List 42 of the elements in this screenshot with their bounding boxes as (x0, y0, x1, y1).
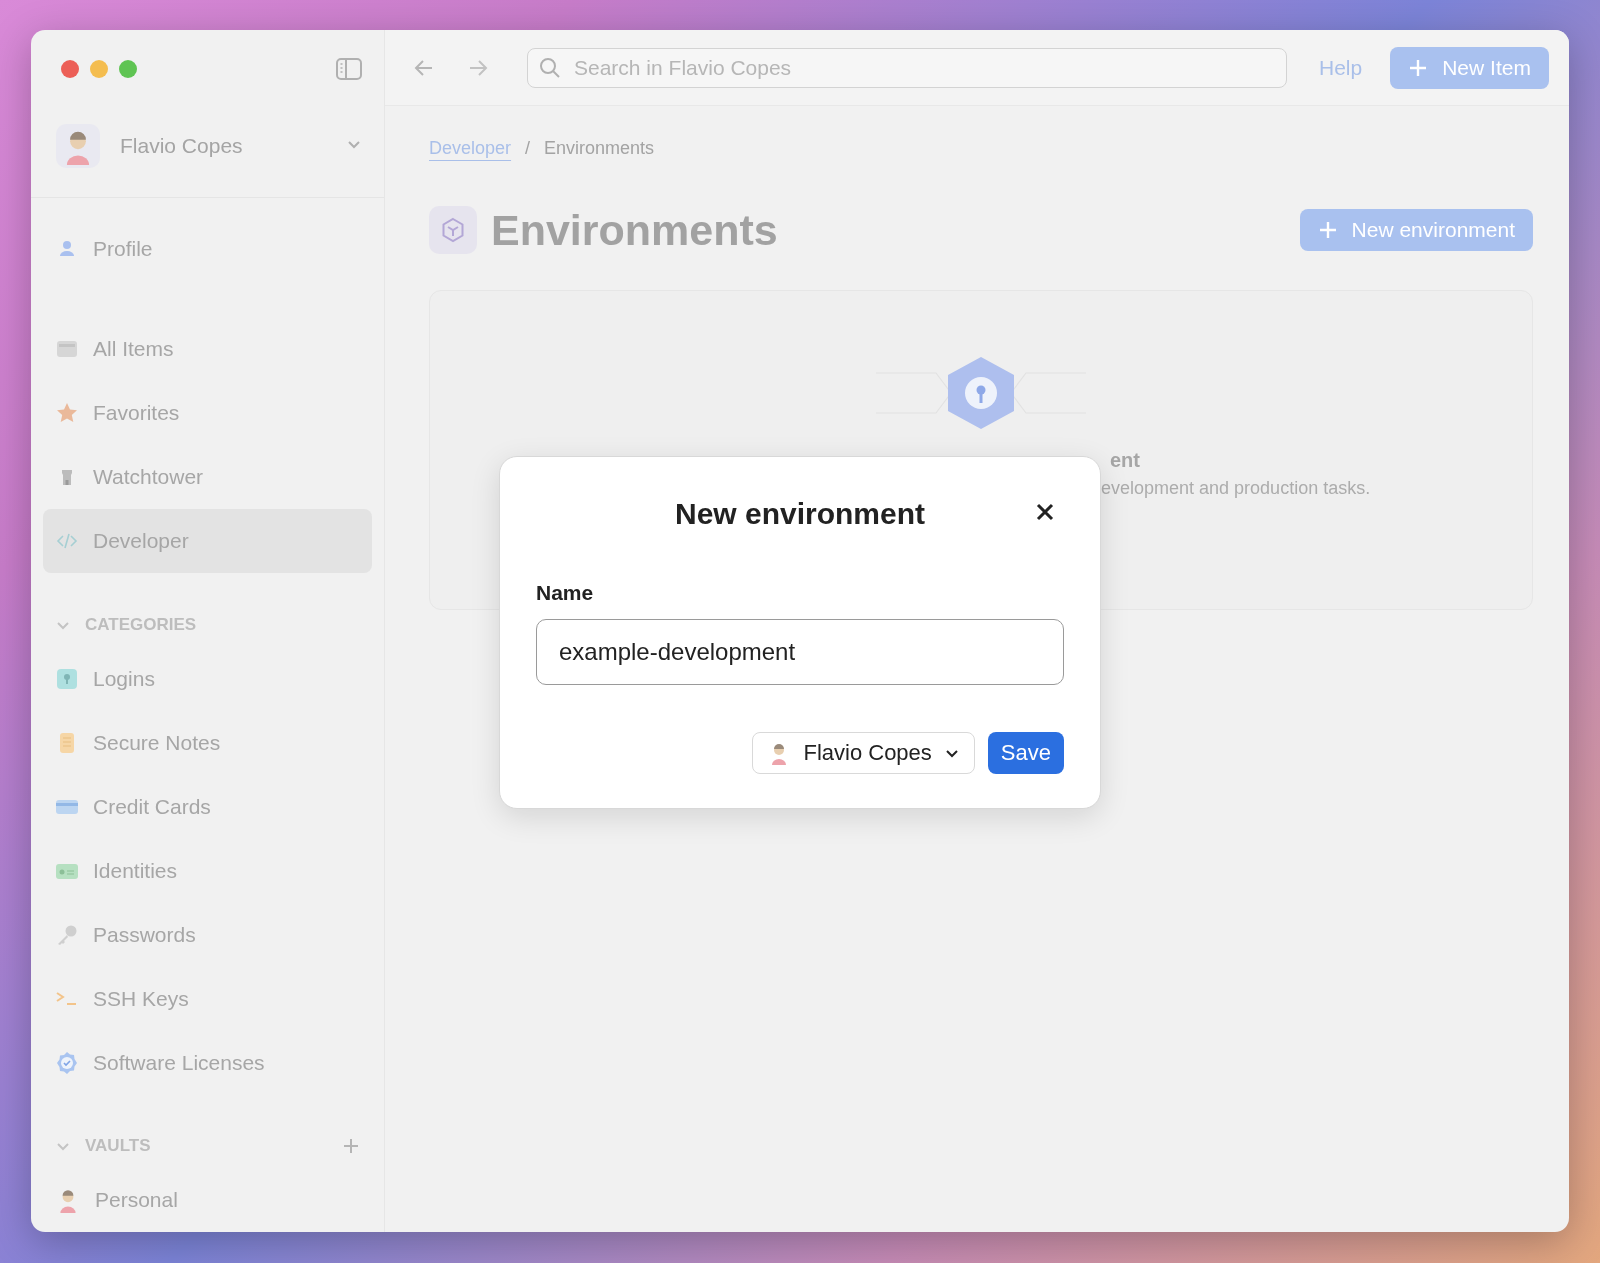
sidebar-item[interactable]: Software Licenses (43, 1030, 372, 1095)
sidebar-item[interactable]: All Items (43, 317, 372, 382)
new-item-button[interactable]: New Item (1390, 46, 1549, 89)
empty-state-title: ent (1110, 449, 1140, 472)
vault-selector[interactable]: Flavio Copes (752, 732, 975, 774)
minimize-window-button[interactable] (90, 60, 108, 78)
help-link[interactable]: Help (1319, 55, 1363, 80)
plus-icon (1317, 220, 1338, 240)
search-field[interactable]: Search in Flavio Copes (527, 47, 1287, 88)
sidebar-item[interactable]: Secure Notes (43, 710, 372, 775)
badge-icon (55, 1050, 79, 1075)
sidebar-toggle-icon[interactable] (336, 58, 362, 80)
cube-icon (429, 206, 477, 254)
breadcrumb-separator: / (525, 137, 531, 159)
sidebar-item[interactable]: Profile (43, 216, 372, 281)
empty-state-description: evelopment and production tasks. (1101, 478, 1371, 499)
sidebar-item[interactable]: Watchtower (43, 445, 372, 510)
breadcrumb-link[interactable]: Developer (429, 137, 512, 159)
avatar[interactable] (56, 123, 100, 168)
zoom-window-button[interactable] (119, 60, 137, 78)
new-environment-button[interactable]: New environment (1299, 209, 1533, 251)
dialog-title: New environment (674, 497, 926, 531)
close-button[interactable] (1034, 501, 1056, 523)
save-button[interactable]: Save (987, 732, 1064, 774)
field-label: Name (536, 581, 595, 605)
search-icon (539, 56, 561, 79)
close-window-button[interactable] (61, 60, 79, 78)
sidebar-item[interactable]: Developer (43, 509, 372, 574)
key-icon (55, 666, 79, 691)
sidebar-item[interactable]: Passwords (43, 902, 372, 967)
page-title: Environments (491, 205, 778, 255)
sidebar-item[interactable]: Identities (43, 838, 372, 903)
sidebar-item[interactable]: Personal (43, 1168, 372, 1232)
sidebar-item[interactable]: SSH Keys (43, 966, 372, 1031)
plus-icon (1408, 57, 1429, 78)
breadcrumb-current: Environments (544, 137, 655, 159)
account-name[interactable]: Flavio Copes (120, 133, 243, 158)
sidebar-item[interactable]: Credit Cards (43, 774, 372, 839)
name-field[interactable]: example-development (536, 619, 1064, 685)
sidebar-item[interactable]: Logins (43, 646, 372, 711)
add-icon[interactable] (342, 1137, 360, 1156)
sidebar-item[interactable]: Favorites (43, 381, 372, 446)
